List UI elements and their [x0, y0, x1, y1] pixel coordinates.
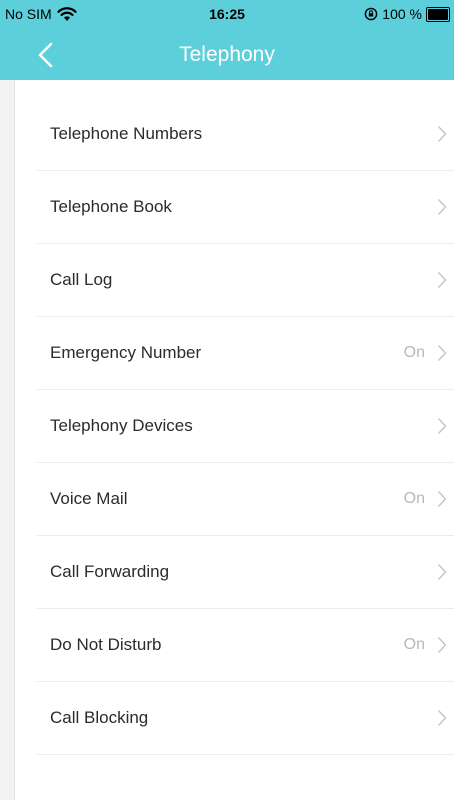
chevron-right-icon: [437, 564, 447, 580]
chevron-right-icon: [437, 272, 447, 288]
menu-item-call-blocking[interactable]: Call Blocking: [37, 682, 454, 755]
nav-bar: Telephony: [0, 30, 454, 80]
menu-item-label: Telephone Numbers: [50, 124, 203, 143]
menu-item-call-log[interactable]: Call Log: [37, 244, 454, 317]
menu-item-label: Do Not Disturb: [50, 635, 162, 654]
chevron-right-icon: [437, 710, 447, 726]
menu-item-value: On: [403, 344, 425, 361]
menu-item-telephone-numbers[interactable]: Telephone Numbers: [37, 98, 454, 171]
settings-list: Telephone Numbers Telephone Book Call Lo…: [37, 98, 454, 755]
menu-item-label: Telephone Book: [50, 197, 172, 216]
chevron-right-icon: [437, 345, 447, 361]
menu-item-voice-mail[interactable]: Voice Mail On: [37, 463, 454, 536]
page-title: Telephony: [179, 43, 275, 66]
telephony-screen: No SIM 16:25 100 % Telephony Telephone N…: [0, 0, 454, 800]
menu-item-telephony-devices[interactable]: Telephony Devices: [37, 390, 454, 463]
chevron-right-icon: [437, 199, 447, 215]
menu-item-emergency-number[interactable]: Emergency Number On: [37, 317, 454, 390]
menu-item-label: Telephony Devices: [50, 416, 193, 435]
orientation-lock-icon: [364, 7, 378, 21]
menu-item-label: Call Log: [50, 270, 113, 289]
status-bar: No SIM 16:25 100 %: [0, 0, 454, 30]
menu-item-label: Call Blocking: [50, 708, 149, 727]
chevron-right-icon: [437, 491, 447, 507]
menu-item-value: On: [403, 636, 425, 653]
menu-item-call-forwarding[interactable]: Call Forwarding: [37, 536, 454, 609]
menu-item-value: On: [403, 490, 425, 507]
menu-item-telephone-book[interactable]: Telephone Book: [37, 171, 454, 244]
menu-item-label: Call Forwarding: [50, 562, 170, 581]
battery-icon: [426, 6, 450, 22]
battery-group: 100 %: [364, 6, 450, 22]
chevron-right-icon: [437, 126, 447, 142]
chevron-right-icon: [437, 637, 447, 653]
menu-item-label: Voice Mail: [50, 489, 128, 508]
battery-percent: 100 %: [382, 6, 422, 22]
header: No SIM 16:25 100 % Telephony: [0, 0, 454, 80]
content-panel: Telephone Numbers Telephone Book Call Lo…: [14, 80, 454, 800]
chevron-right-icon: [437, 418, 447, 434]
menu-item-label: Emergency Number: [50, 343, 202, 362]
menu-item-do-not-disturb[interactable]: Do Not Disturb On: [37, 609, 454, 682]
